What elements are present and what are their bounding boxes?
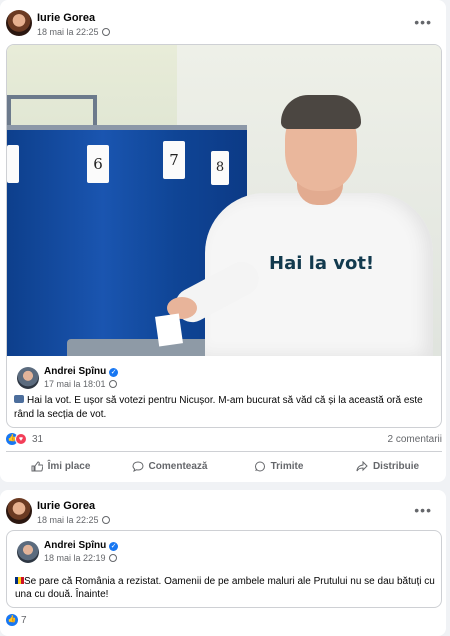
feed-post: Iurie Gorea 18 mai la 22:25 ••• Andrei S… (0, 490, 446, 636)
post-meta: 18 mai la 22:25 (37, 27, 110, 37)
feed-post: Iurie Gorea 18 mai la 22:25 ••• 6 7 8 Ha… (0, 0, 446, 482)
share-icon (356, 460, 368, 471)
shared-post-header: Andrei Spînu ✓ 17 mai la 18:01 (17, 365, 431, 395)
like-reaction-icon[interactable]: 👍 (6, 614, 18, 626)
shared-meta: 17 mai la 18:01 (44, 379, 117, 389)
divider (6, 451, 442, 452)
post-header: Iurie Gorea 18 mai la 22:25 ••• (6, 8, 436, 40)
post-author[interactable]: Iurie Gorea (37, 500, 95, 512)
thumbs-up-icon (31, 460, 43, 471)
post-author[interactable]: Iurie Gorea (37, 12, 95, 24)
like-button[interactable]: Îmi place (6, 455, 115, 477)
send-label: Trimite (270, 460, 304, 472)
shared-author[interactable]: Andrei Spînu ✓ (44, 366, 119, 377)
love-reaction-icon[interactable]: ♥ (15, 433, 27, 445)
shared-post-text: Hai la vot. E ușor să votezi pentru Nicu… (14, 394, 434, 422)
shared-author-name[interactable]: Andrei Spînu (44, 366, 106, 377)
booth-number: 6 (87, 145, 109, 183)
comment-button[interactable]: Comentează (115, 455, 224, 477)
post-timestamp[interactable]: 18 mai la 22:25 (37, 515, 99, 525)
avatar[interactable] (17, 541, 39, 563)
romania-flag-icon (15, 577, 24, 584)
comments-count[interactable]: 2 comentarii (388, 434, 442, 445)
reactions-bar: 👍 ♥ 31 2 comentarii (6, 432, 442, 448)
post-meta: 18 mai la 22:25 (37, 515, 110, 525)
whatsapp-icon (254, 461, 265, 471)
share-button[interactable]: Distribuie (333, 455, 442, 477)
ballot-box-emoji-icon (14, 395, 24, 403)
globe-icon (101, 28, 110, 36)
verified-badge-icon: ✓ (109, 368, 119, 377)
booth-number (7, 145, 19, 183)
verified-badge-icon: ✓ (109, 542, 119, 551)
avatar[interactable] (6, 10, 32, 36)
send-button[interactable]: Trimite (224, 455, 333, 477)
post-photo[interactable]: 6 7 8 Hai la vot! (7, 45, 441, 356)
shared-timestamp[interactable]: 18 mai la 22:19 (44, 553, 106, 563)
globe-icon (101, 516, 110, 524)
post-actions: Îmi place Comentează Trimite Distribuie (6, 455, 442, 477)
shared-meta: 18 mai la 22:19 (44, 553, 117, 563)
photo-booth-frame (7, 95, 97, 129)
post-timestamp[interactable]: 18 mai la 22:25 (37, 27, 99, 37)
reaction-count[interactable]: 7 (21, 615, 27, 626)
reaction-count[interactable]: 31 (32, 434, 43, 445)
comment-icon (132, 460, 144, 472)
comment-label: Comentează (148, 460, 208, 472)
shirt-text: Hai la vot! (269, 253, 375, 274)
like-label: Îmi place (47, 460, 91, 472)
avatar[interactable] (17, 367, 39, 389)
share-label: Distribuie (372, 460, 420, 472)
shared-author-name[interactable]: Andrei Spînu (44, 540, 106, 551)
shared-text-body: Se pare că România a rezistat. Oamenii d… (15, 576, 435, 600)
shared-post-header: Andrei Spînu ✓ 18 mai la 22:19 (17, 539, 431, 565)
globe-icon (108, 380, 117, 388)
avatar[interactable] (6, 498, 32, 524)
globe-icon (108, 554, 117, 562)
more-options-button[interactable]: ••• (414, 502, 432, 518)
shared-post-card[interactable]: Andrei Spînu ✓ 18 mai la 22:19 Se pare că… (6, 530, 442, 608)
shared-timestamp[interactable]: 17 mai la 18:01 (44, 379, 106, 389)
photo-person: Hai la vot! (167, 65, 441, 356)
shared-text-body: Hai la vot. E ușor să votezi pentru Nicu… (14, 395, 423, 420)
post-header: Iurie Gorea 18 mai la 22:25 ••• (6, 496, 436, 528)
shared-post-text: Se pare că România a rezistat. Oamenii d… (15, 575, 435, 601)
shared-author[interactable]: Andrei Spînu ✓ (44, 540, 119, 551)
shared-post-card[interactable]: 6 7 8 Hai la vot! Andrei Spînu ✓ 17 mai l… (6, 44, 442, 428)
more-options-button[interactable]: ••• (414, 14, 432, 30)
photo-hair (281, 95, 361, 129)
booth-number: 7 (163, 141, 185, 179)
photo-ballot-paper (155, 313, 183, 347)
